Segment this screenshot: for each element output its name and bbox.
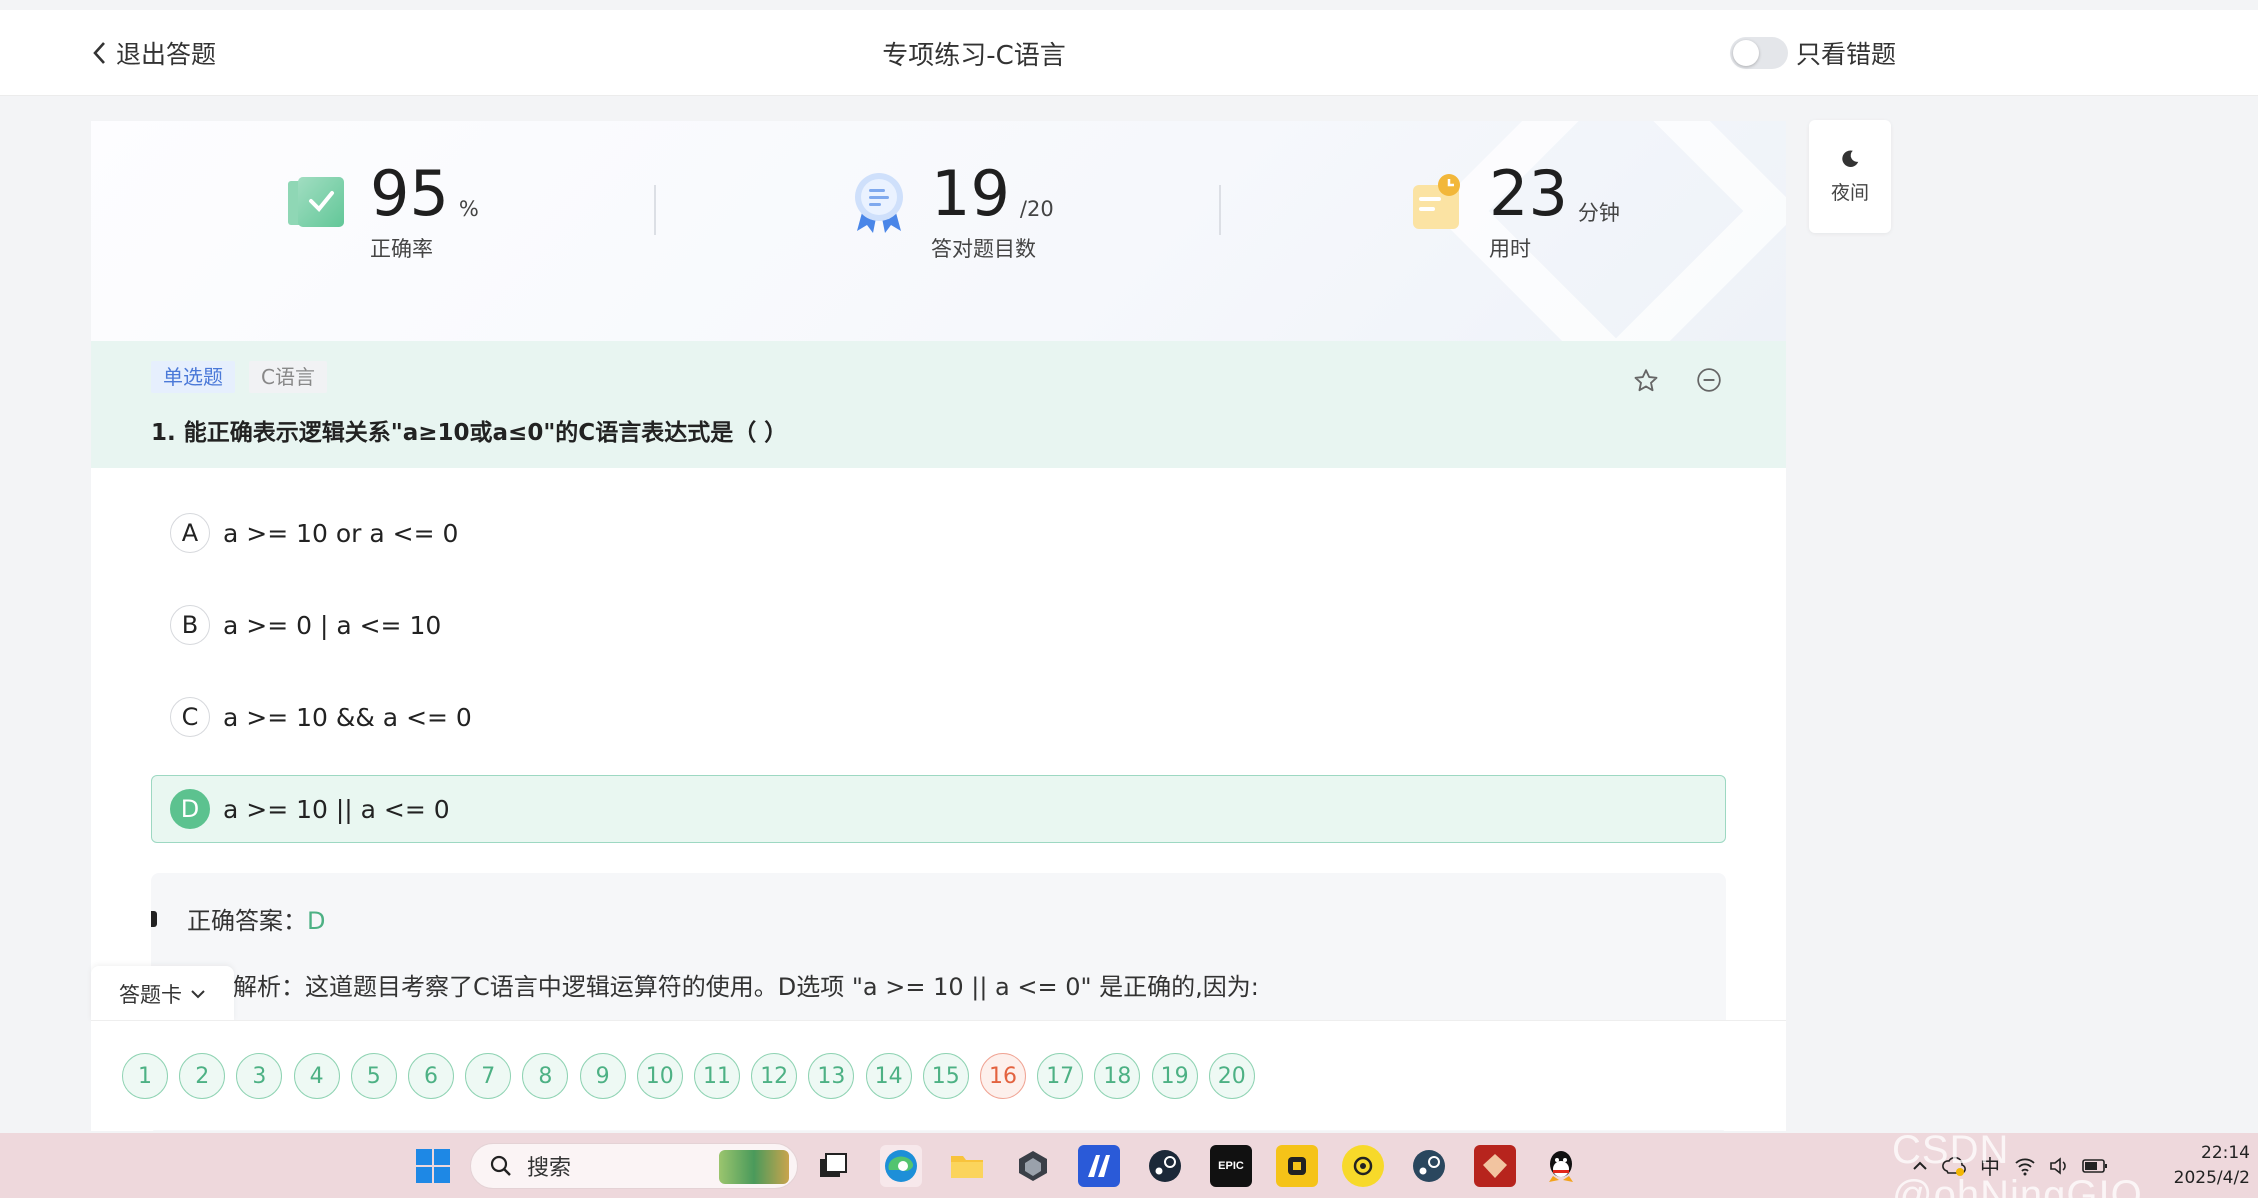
option-d[interactable]: D a >= 10 || a <= 0 xyxy=(151,775,1726,843)
search-highlight-image xyxy=(719,1150,789,1184)
question-type-tag: 单选题 xyxy=(151,361,235,393)
search-icon xyxy=(490,1155,511,1176)
question-number-button-2[interactable]: 2 xyxy=(179,1053,226,1099)
file-explorer-icon[interactable] xyxy=(946,1145,988,1187)
option-text: a >= 10 or a <= 0 xyxy=(223,518,459,548)
unity-app-icon[interactable] xyxy=(1012,1145,1054,1187)
correct-answer-value: D xyxy=(307,907,326,935)
stat-accuracy: 95 % 正确率 xyxy=(286,161,479,263)
search-label: 搜索 xyxy=(527,1156,572,1181)
option-letter: D xyxy=(170,789,210,829)
option-c[interactable]: C a >= 10 && a <= 0 xyxy=(151,683,1726,751)
accuracy-value: 95 xyxy=(370,157,449,230)
correct-answer-line: 正确答案：D xyxy=(187,901,325,936)
time-unit: 分钟 xyxy=(1577,201,1620,225)
question-title: 1. 能正确表示逻辑关系"a≥10或a≤0"的C语言表达式是（ ） xyxy=(151,420,788,446)
question-number-button-7[interactable]: 7 xyxy=(465,1053,512,1099)
question-number-button-11[interactable]: 11 xyxy=(694,1053,740,1099)
question-number-button-13[interactable]: 13 xyxy=(808,1053,855,1099)
accuracy-label: 正确率 xyxy=(370,237,433,261)
bullet-marker xyxy=(151,911,157,927)
night-mode-button[interactable]: 夜间 xyxy=(1809,120,1891,233)
correct-answer-label: 正确答案： xyxy=(187,907,307,935)
stats-divider xyxy=(1219,185,1221,235)
question-number-button-20[interactable]: 20 xyxy=(1208,1053,1255,1099)
option-letter: C xyxy=(170,697,210,737)
only-wrong-toggle-group: 只看错题 xyxy=(1730,10,1896,96)
night-mode-label: 夜间 xyxy=(1830,182,1869,204)
stat-time: 23 分钟 用时 xyxy=(1409,161,1620,263)
stat-correct-text: 19 /20 答对题目数 xyxy=(931,161,1054,263)
option-a[interactable]: A a >= 10 or a <= 0 xyxy=(151,499,1726,567)
question-number-button-16[interactable]: 16 xyxy=(980,1053,1026,1099)
yellow-app-icon[interactable] xyxy=(1276,1145,1318,1187)
question-number-button-12[interactable]: 12 xyxy=(751,1053,798,1099)
correct-count-label: 答对题目数 xyxy=(931,237,1036,261)
top-bar: 退出答题 专项练习-C语言 只看错题 xyxy=(0,10,2258,96)
question-number-button-1[interactable]: 1 xyxy=(122,1053,168,1099)
question-subject-tag: C语言 xyxy=(249,361,327,393)
only-wrong-toggle[interactable] xyxy=(1730,37,1788,69)
quiz-card: 95 % 正确率 19 /20 答对题目数 23 分钟 用时 单选题 C语言 1… xyxy=(91,121,1786,1131)
option-letter: A xyxy=(170,513,210,553)
option-text: a >= 10 || a <= 0 xyxy=(223,794,450,824)
epic-games-icon[interactable]: EPIC xyxy=(1210,1145,1252,1187)
question-number-button-3[interactable]: 3 xyxy=(236,1053,283,1099)
question-header: 单选题 C语言 1. 能正确表示逻辑关系"a≥10或a≤0"的C语言表达式是（ … xyxy=(91,341,1786,468)
csdn-watermark: CSDN @ohNingGIO xyxy=(1892,1128,2143,1198)
question-number-button-9[interactable]: 9 xyxy=(579,1053,626,1099)
lobby-app-icon[interactable] xyxy=(1342,1145,1384,1187)
answer-card-label: 答题卡 xyxy=(119,983,182,1007)
question-number-button-10[interactable]: 10 xyxy=(636,1053,683,1099)
stat-time-text: 23 分钟 用时 xyxy=(1489,161,1620,263)
answer-card-toggle[interactable]: 答题卡 xyxy=(91,966,234,1022)
game-launcher-icon[interactable] xyxy=(1474,1145,1516,1187)
explanation-text: 解析：这道题目考察了C语言中逻辑运算符的使用。D选项 "a >= 10 || a… xyxy=(233,973,1259,1001)
question-number-button-18[interactable]: 18 xyxy=(1094,1053,1141,1099)
award-medal-icon xyxy=(855,173,903,233)
time-value: 23 xyxy=(1489,157,1568,230)
chevron-down-icon xyxy=(191,990,205,999)
question-number-button-4[interactable]: 4 xyxy=(293,1053,340,1099)
question-number-button-6[interactable]: 6 xyxy=(408,1053,454,1099)
star-favorite-icon[interactable] xyxy=(1632,367,1660,395)
question-number-button-15[interactable]: 15 xyxy=(922,1053,969,1099)
question-number-button-17[interactable]: 17 xyxy=(1037,1053,1084,1099)
question-number-button-8[interactable]: 8 xyxy=(522,1053,569,1099)
option-b[interactable]: B a >= 0 | a <= 10 xyxy=(151,591,1726,659)
clock-note-icon xyxy=(1413,174,1460,229)
question-number-button-5[interactable]: 5 xyxy=(350,1053,397,1099)
task-view-icon[interactable] xyxy=(812,1145,854,1187)
time-label: 用时 xyxy=(1489,237,1531,261)
only-wrong-label: 只看错题 xyxy=(1796,40,1897,69)
correct-count-unit: /20 xyxy=(1019,197,1054,221)
checked-book-icon xyxy=(288,177,344,227)
taskbar-search-box[interactable]: 搜索 xyxy=(470,1143,798,1189)
accuracy-unit: % xyxy=(458,197,479,221)
stat-accuracy-text: 95 % 正确率 xyxy=(370,161,479,263)
correct-count-value: 19 xyxy=(931,157,1010,230)
question-number-nav: 1 2 3 4 5 6 7 8 9 10 11 12 13 14 15 16 17 18 19 20 xyxy=(91,1020,1786,1130)
stats-divider xyxy=(654,185,656,235)
stats-panel: 95 % 正确率 19 /20 答对题目数 23 分钟 用时 xyxy=(91,121,1786,395)
windows-start-icon[interactable] xyxy=(412,1145,454,1187)
minus-circle-icon[interactable] xyxy=(1696,367,1722,393)
option-text: a >= 0 | a <= 10 xyxy=(223,610,442,640)
option-letter: B xyxy=(170,605,210,645)
option-text: a >= 10 && a <= 0 xyxy=(223,702,472,732)
moon-icon xyxy=(1842,150,1859,167)
stat-correct-count: 19 /20 答对题目数 xyxy=(849,161,1054,263)
steam-alt-icon[interactable] xyxy=(1408,1145,1450,1187)
question-number-button-14[interactable]: 14 xyxy=(865,1053,912,1099)
ai-tool-icon[interactable] xyxy=(1078,1145,1120,1187)
page-title: 专项练习-C语言 xyxy=(882,40,1066,71)
steam-icon[interactable] xyxy=(1144,1145,1186,1187)
edge-browser-icon[interactable] xyxy=(880,1145,922,1187)
question-number-button-19[interactable]: 19 xyxy=(1151,1053,1198,1099)
qq-icon[interactable] xyxy=(1540,1145,1582,1187)
